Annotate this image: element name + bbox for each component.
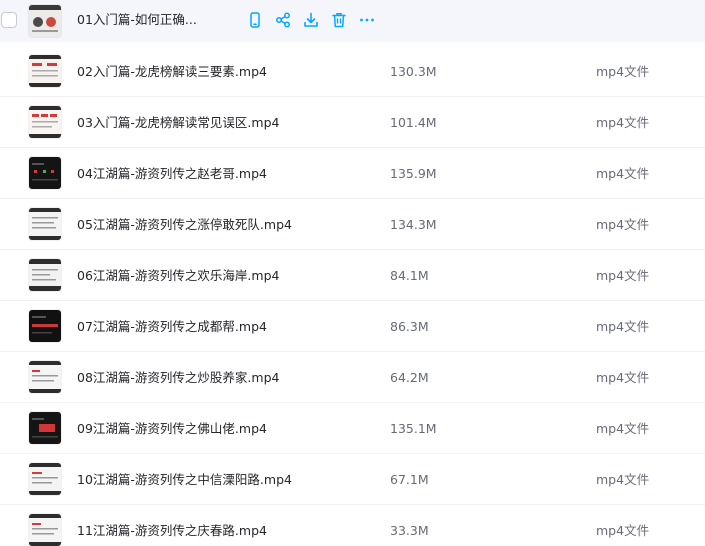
file-type: mp4文件 bbox=[596, 115, 650, 130]
file-name[interactable]: 04江湖篇-游资列传之赵老哥.mp4 bbox=[77, 166, 267, 182]
file-type: mp4文件 bbox=[596, 421, 650, 436]
file-size: 67.1M bbox=[390, 472, 429, 487]
video-thumbnail bbox=[29, 259, 61, 291]
file-size: 135.1M bbox=[390, 421, 437, 436]
video-thumbnail bbox=[29, 310, 61, 342]
row-checkbox[interactable] bbox=[1, 12, 17, 28]
file-row[interactable]: 11江湖篇-游资列传之庆春路.mp4 33.3M mp4文件 bbox=[0, 505, 705, 546]
file-size: 135.9M bbox=[390, 166, 437, 181]
file-type: mp4文件 bbox=[596, 370, 650, 385]
video-thumbnail bbox=[29, 463, 61, 495]
file-size: 130.3M bbox=[390, 64, 437, 79]
file-name[interactable]: 10江湖篇-游资列传之中信溧阳路.mp4 bbox=[77, 472, 292, 488]
delete-icon[interactable] bbox=[330, 11, 348, 29]
download-icon[interactable] bbox=[302, 11, 320, 29]
file-name[interactable]: 07江湖篇-游资列传之成都帮.mp4 bbox=[77, 319, 267, 335]
file-row[interactable]: 02入门篇-龙虎榜解读三要素.mp4 130.3M mp4文件 bbox=[0, 46, 705, 97]
file-size: 33.3M bbox=[390, 523, 429, 538]
video-thumbnail bbox=[29, 157, 61, 189]
file-row[interactable]: 05江湖篇-游资列传之涨停敢死队.mp4 134.3M mp4文件 bbox=[0, 199, 705, 250]
file-row[interactable]: 10江湖篇-游资列传之中信溧阳路.mp4 67.1M mp4文件 bbox=[0, 454, 705, 505]
file-name[interactable]: 09江湖篇-游资列传之佛山佬.mp4 bbox=[77, 421, 267, 437]
file-type: mp4文件 bbox=[596, 64, 650, 79]
file-name[interactable]: 08江湖篇-游资列传之炒股养家.mp4 bbox=[77, 370, 279, 386]
file-type: mp4文件 bbox=[596, 319, 650, 334]
file-row[interactable]: 08江湖篇-游资列传之炒股养家.mp4 64.2M mp4文件 bbox=[0, 352, 705, 403]
file-type: mp4文件 bbox=[596, 166, 650, 181]
file-type: mp4文件 bbox=[596, 472, 650, 487]
file-name[interactable]: 01入门篇-如何正确... bbox=[77, 12, 197, 28]
file-name[interactable]: 02入门篇-龙虎榜解读三要素.mp4 bbox=[77, 64, 267, 80]
file-name[interactable]: 06江湖篇-游资列传之欢乐海岸.mp4 bbox=[77, 268, 279, 284]
video-thumbnail bbox=[29, 514, 61, 546]
file-row[interactable]: 01入门篇-如何正确... bbox=[0, 0, 705, 42]
file-size: 64.2M bbox=[390, 370, 429, 385]
file-type: mp4文件 bbox=[596, 523, 650, 538]
file-row[interactable]: 03入门篇-龙虎榜解读常见误区.mp4 101.4M mp4文件 bbox=[0, 97, 705, 148]
file-size: 86.3M bbox=[390, 319, 429, 334]
video-thumbnail bbox=[29, 55, 61, 87]
phone-icon[interactable] bbox=[246, 11, 264, 29]
video-thumbnail bbox=[29, 412, 61, 444]
file-size: 101.4M bbox=[390, 115, 437, 130]
file-type: mp4文件 bbox=[596, 217, 650, 232]
file-row[interactable]: 06江湖篇-游资列传之欢乐海岸.mp4 84.1M mp4文件 bbox=[0, 250, 705, 301]
file-name[interactable]: 05江湖篇-游资列传之涨停敢死队.mp4 bbox=[77, 217, 292, 233]
video-thumbnail bbox=[29, 5, 61, 37]
file-row[interactable]: 07江湖篇-游资列传之成都帮.mp4 86.3M mp4文件 bbox=[0, 301, 705, 352]
file-size: 134.3M bbox=[390, 217, 437, 232]
more-icon[interactable] bbox=[358, 11, 376, 29]
file-type: mp4文件 bbox=[596, 268, 650, 283]
file-size: 84.1M bbox=[390, 268, 429, 283]
video-thumbnail bbox=[29, 106, 61, 138]
video-thumbnail bbox=[29, 208, 61, 240]
file-name[interactable]: 11江湖篇-游资列传之庆春路.mp4 bbox=[77, 523, 267, 539]
file-row[interactable]: 04江湖篇-游资列传之赵老哥.mp4 135.9M mp4文件 bbox=[0, 148, 705, 199]
file-list: 01入门篇-如何正确... 02入门篇-龙虎榜解读三要素.mp4 130.3M … bbox=[0, 0, 705, 546]
video-thumbnail bbox=[29, 361, 61, 393]
file-name[interactable]: 03入门篇-龙虎榜解读常见误区.mp4 bbox=[77, 115, 279, 131]
file-row[interactable]: 09江湖篇-游资列传之佛山佬.mp4 135.1M mp4文件 bbox=[0, 403, 705, 454]
share-icon[interactable] bbox=[274, 11, 292, 29]
